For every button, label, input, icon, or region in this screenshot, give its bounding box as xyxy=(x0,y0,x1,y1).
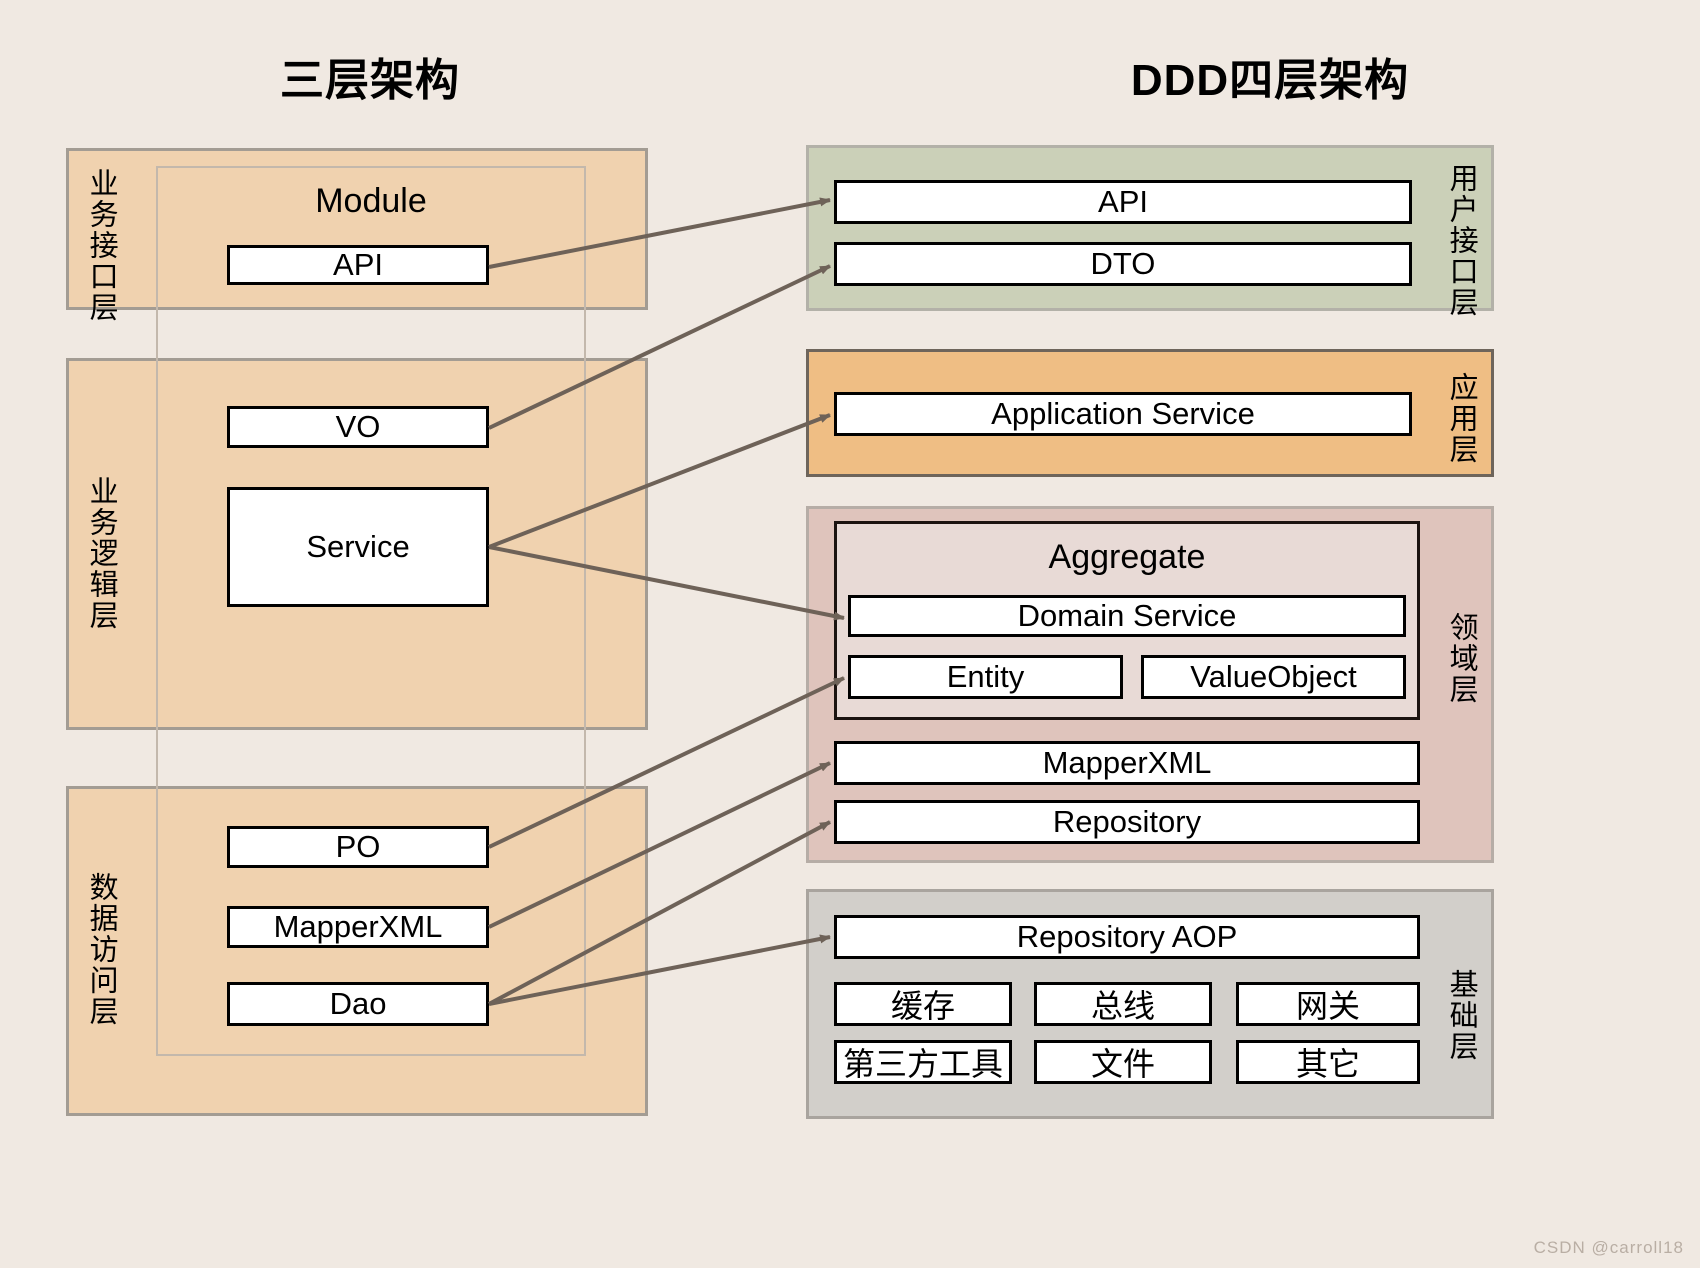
right-layer-4-label: 基础层 xyxy=(1445,969,1478,1062)
right-layer-1-label: 用户接口层 xyxy=(1445,163,1478,318)
right-box-other[interactable]: 其它 xyxy=(1236,1040,1420,1084)
right-layer-3-label: 领域层 xyxy=(1445,612,1478,705)
right-box-domain-service[interactable]: Domain Service xyxy=(848,595,1406,637)
left-box-api[interactable]: API xyxy=(227,245,489,285)
left-box-service[interactable]: Service xyxy=(227,487,489,607)
right-box-file[interactable]: 文件 xyxy=(1034,1040,1212,1084)
module-caption: Module xyxy=(315,182,427,220)
left-box-vo[interactable]: VO xyxy=(227,406,489,448)
right-box-repository[interactable]: Repository xyxy=(834,800,1420,844)
watermark: CSDN @carroll18 xyxy=(1533,1238,1684,1257)
right-box-application-service[interactable]: Application Service xyxy=(834,392,1412,436)
left-layer-1-label: 业务接口层 xyxy=(85,168,118,323)
right-layer-2-label: 应用层 xyxy=(1445,372,1478,465)
left-box-po[interactable]: PO xyxy=(227,826,489,868)
left-box-dao[interactable]: Dao xyxy=(227,982,489,1026)
right-box-entity[interactable]: Entity xyxy=(848,655,1123,699)
right-layer-user-interface xyxy=(806,145,1494,311)
right-box-repository-aop[interactable]: Repository AOP xyxy=(834,915,1420,959)
right-box-third-party-tools[interactable]: 第三方工具 xyxy=(834,1040,1012,1084)
left-layer-2-label: 业务逻辑层 xyxy=(85,476,118,631)
right-box-cache[interactable]: 缓存 xyxy=(834,982,1012,1026)
right-box-valueobject[interactable]: ValueObject xyxy=(1141,655,1406,699)
page-title-right: DDD四层架构 xyxy=(1130,56,1410,105)
diagram-canvas: 三层架构 DDD四层架构 业务接口层 业务逻辑层 数据访问层 Module AP… xyxy=(0,0,1700,1268)
page-title-left: 三层架构 xyxy=(280,56,460,105)
right-box-gateway[interactable]: 网关 xyxy=(1236,982,1420,1026)
right-box-mapperxml[interactable]: MapperXML xyxy=(834,741,1420,785)
left-box-mapperxml[interactable]: MapperXML xyxy=(227,906,489,948)
right-box-api[interactable]: API xyxy=(834,180,1412,224)
right-box-bus[interactable]: 总线 xyxy=(1034,982,1212,1026)
aggregate-caption: Aggregate xyxy=(1048,538,1206,576)
right-box-dto[interactable]: DTO xyxy=(834,242,1412,286)
left-layer-3-label: 数据访问层 xyxy=(85,872,118,1027)
